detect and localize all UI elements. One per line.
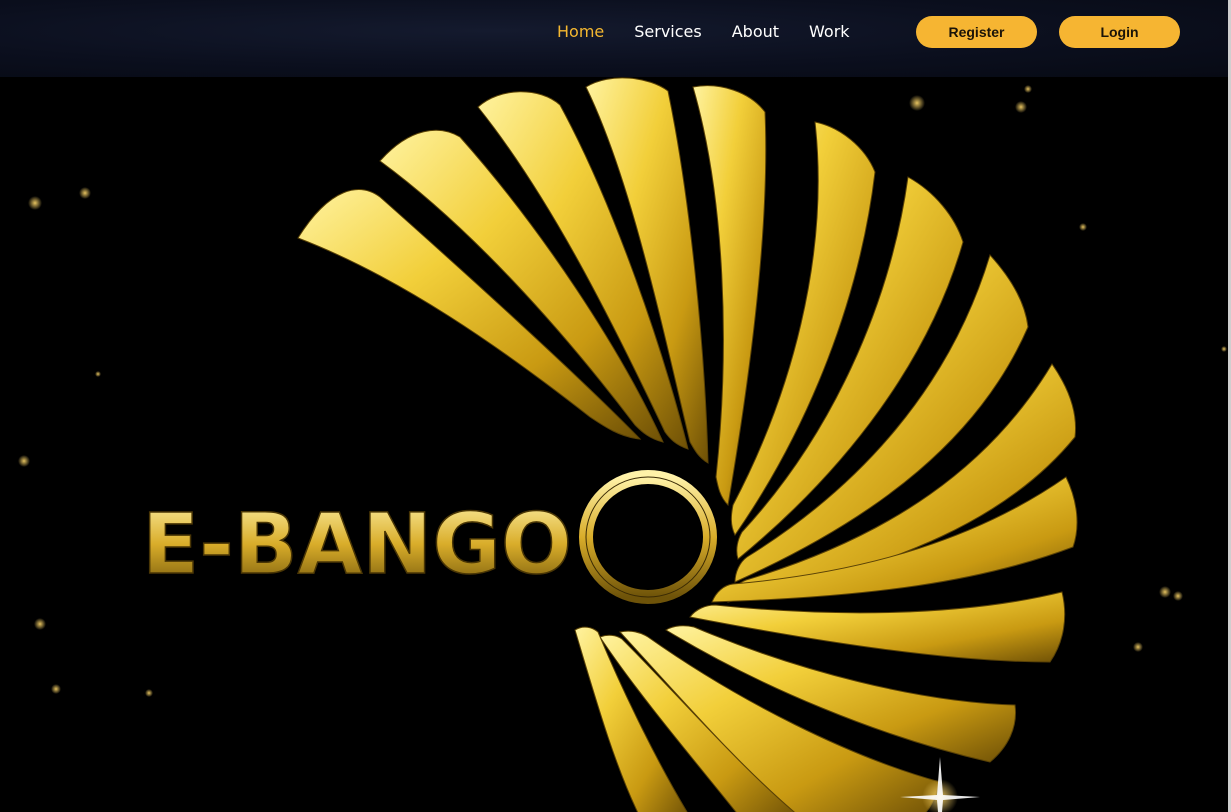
- hero-section: E-BANGO: [0, 77, 1231, 812]
- site-header: Home Services About Work Register Login: [0, 0, 1231, 77]
- nav-about-link[interactable]: About: [732, 20, 779, 44]
- logo-wordmark: E-BANGO: [142, 495, 572, 593]
- logo-ring: [579, 470, 717, 604]
- register-button[interactable]: Register: [916, 16, 1037, 48]
- nav-work-link[interactable]: Work: [809, 20, 850, 44]
- main-nav: Home Services About Work: [557, 20, 850, 44]
- login-button[interactable]: Login: [1059, 16, 1180, 48]
- logo-fan-blades: [297, 77, 1078, 812]
- nav-services-link[interactable]: Services: [634, 20, 701, 44]
- nav-home-link[interactable]: Home: [557, 20, 604, 44]
- hero-logo-graphic: E-BANGO: [18, 77, 1227, 812]
- page: Home Services About Work Register Login: [0, 0, 1231, 812]
